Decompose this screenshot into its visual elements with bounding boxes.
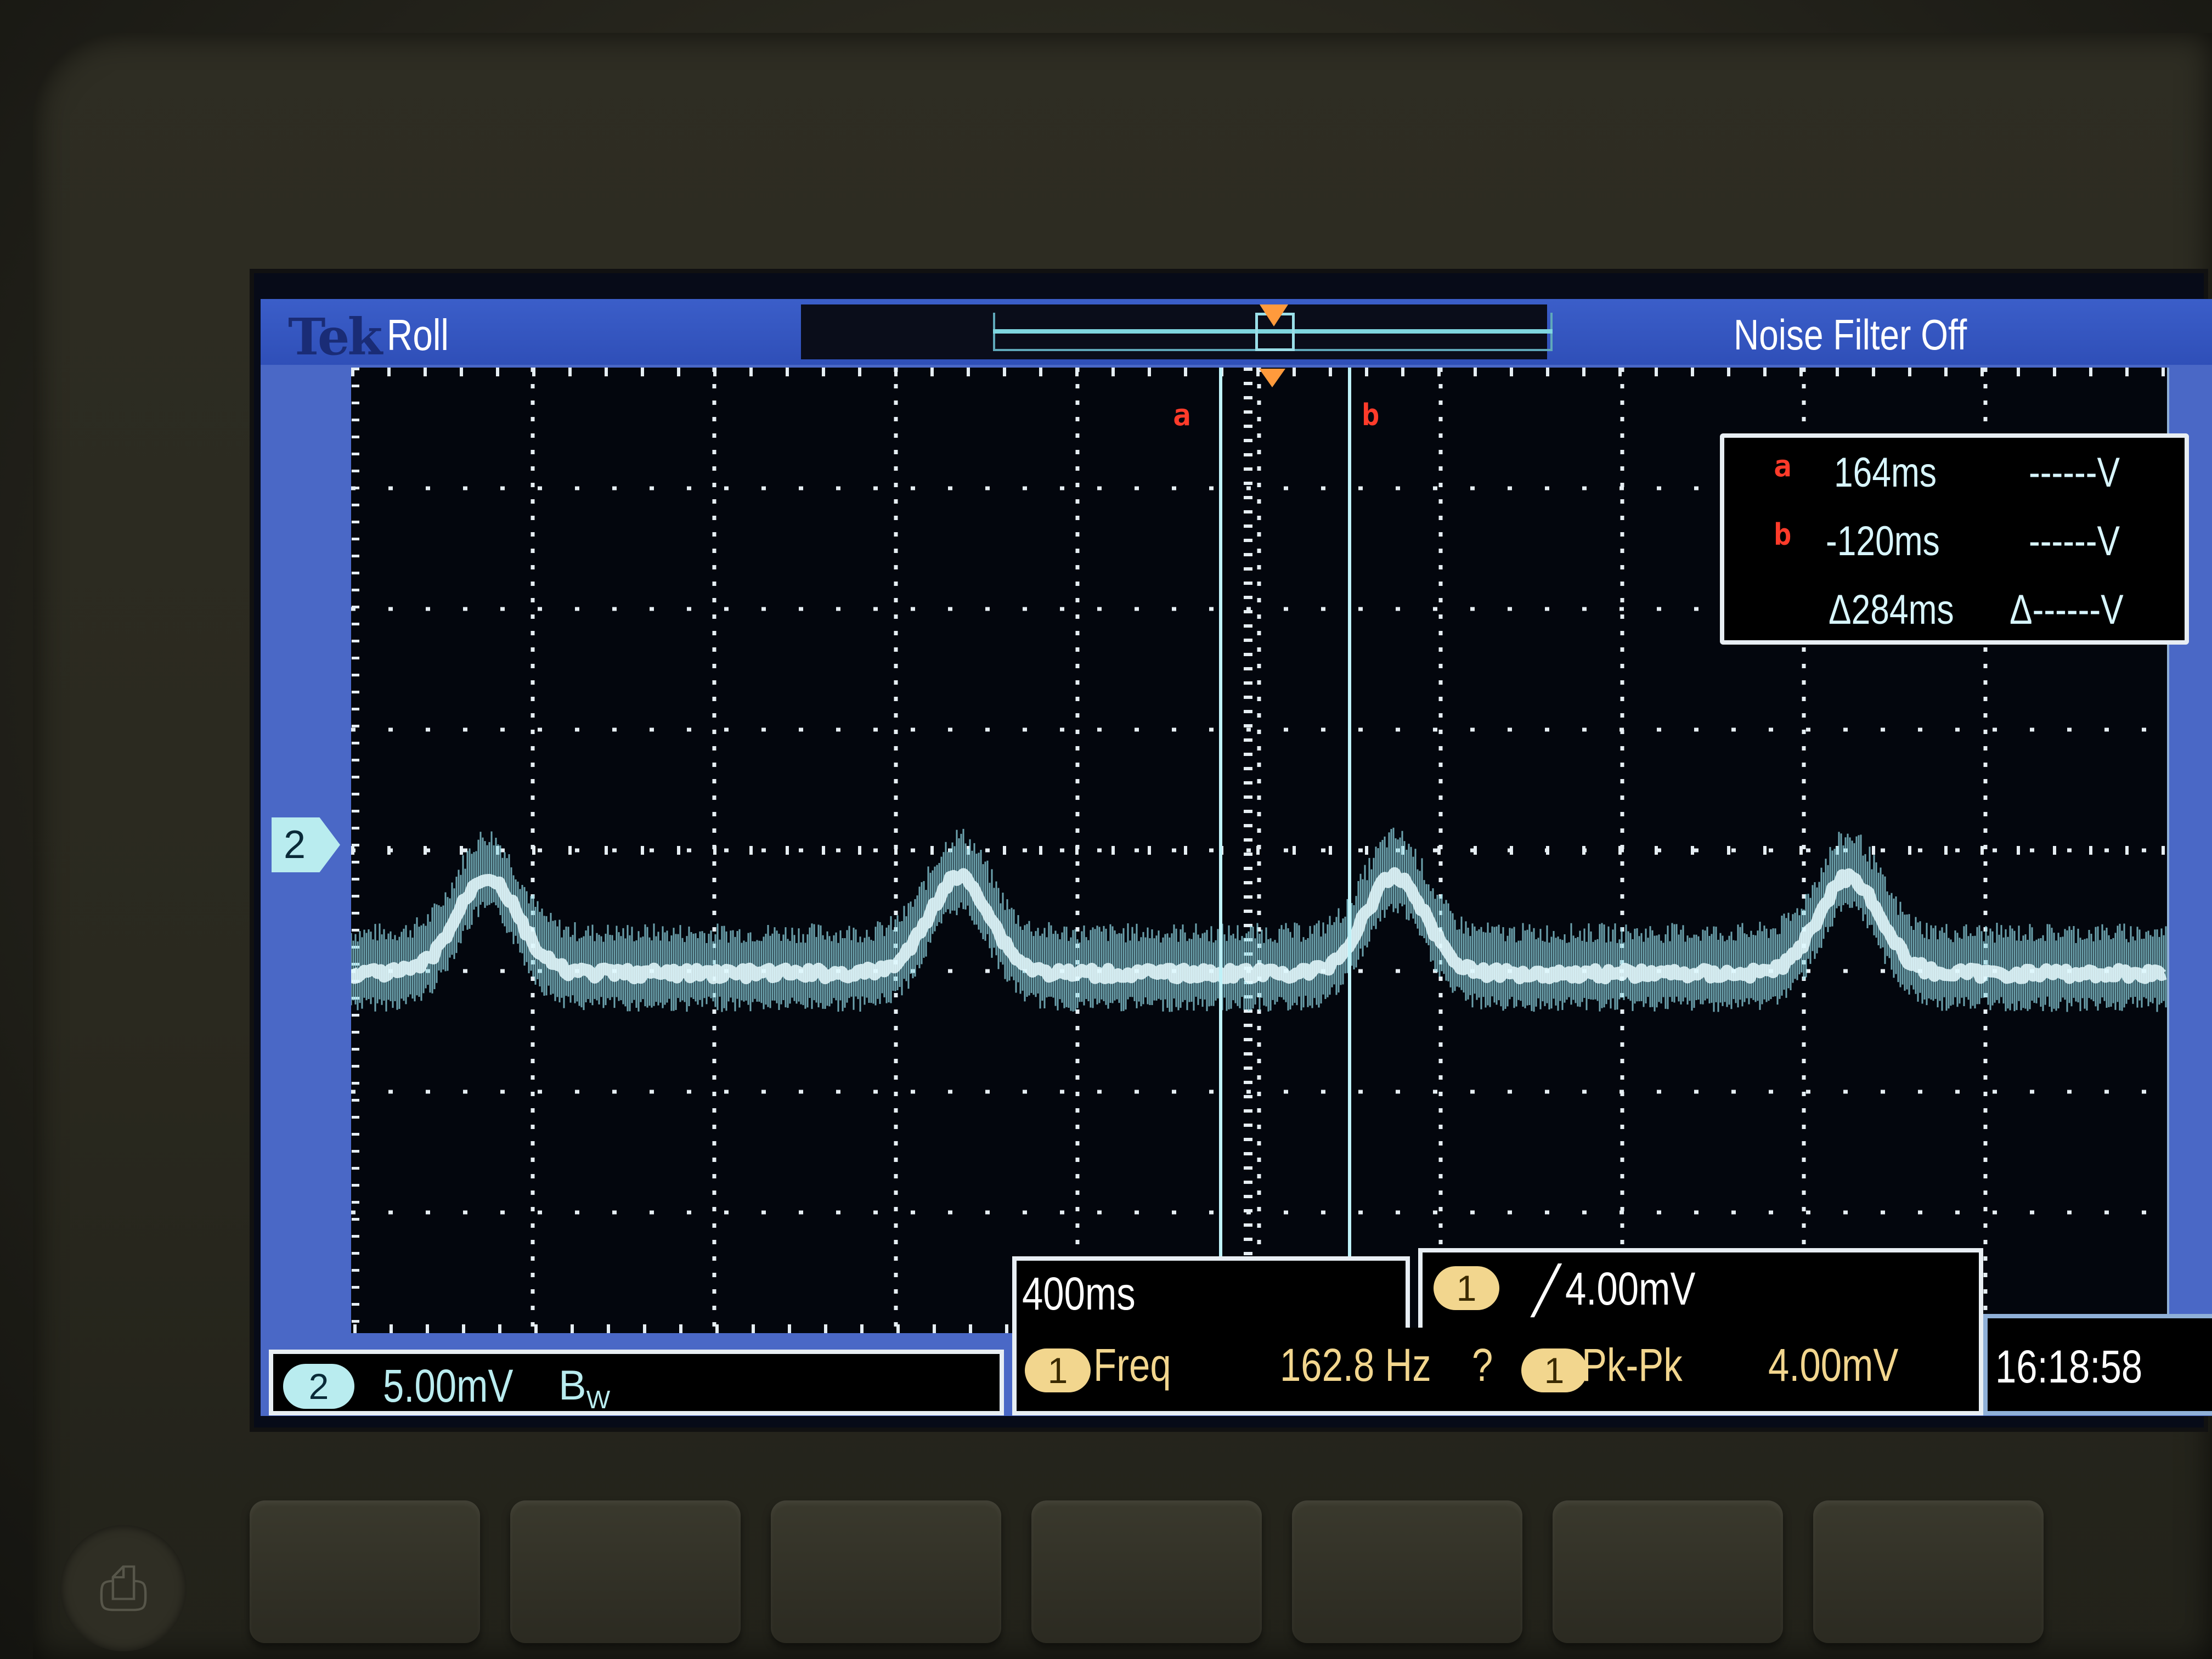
clock-readout: 16:18:58 xyxy=(1983,1314,2212,1415)
pkpk-source-badge: 1 xyxy=(1521,1348,1587,1392)
channel-2-badge: 2 xyxy=(283,1364,354,1409)
bandwidth-limit-indicator: BW xyxy=(558,1362,610,1414)
softkey-5[interactable] xyxy=(1292,1500,1522,1643)
print-icon[interactable]: ⎙ xyxy=(60,1525,187,1651)
timebase-value: 400ms xyxy=(1022,1268,1136,1319)
cursor-b-tag[interactable]: b xyxy=(1362,398,1380,432)
softkey-7[interactable] xyxy=(1813,1500,2044,1643)
cursor-readout: a 164ms ------V b -120ms ------V Δ284ms … xyxy=(1720,433,2189,645)
cursor-b-row: b -120ms ------V xyxy=(1724,517,2185,578)
cursor-delta-row: Δ284ms Δ------V xyxy=(1724,586,2185,646)
trigger-point-icon xyxy=(1259,369,1285,387)
softkey-2[interactable] xyxy=(510,1500,741,1643)
noise-filter-status: Noise Filter Off xyxy=(1734,311,1967,359)
rising-edge-icon: ╱ xyxy=(1532,1265,1560,1316)
softkey-6[interactable] xyxy=(1553,1500,1783,1643)
bw-subscript: W xyxy=(586,1385,611,1414)
measurement-bar: 1 Freq 162.8 Hz ? 1 Pk-Pk 4.00mV xyxy=(1012,1328,1983,1415)
trigger-position-icon xyxy=(1260,304,1288,326)
softkey-3[interactable] xyxy=(771,1500,1001,1643)
cursor-a-tag[interactable]: a xyxy=(1173,398,1191,432)
clock-time: 16:18:58 xyxy=(1995,1341,2143,1392)
cursor-b-time: -120ms xyxy=(1826,518,1940,565)
freq-value: 162.8 Hz xyxy=(1280,1339,1431,1391)
timebase-readout[interactable]: 400ms xyxy=(1012,1256,1410,1328)
pkpk-value: 4.00mV xyxy=(1768,1339,1899,1391)
trigger-level: 4.00mV xyxy=(1565,1263,1696,1314)
freq-label: Freq xyxy=(1093,1339,1171,1391)
cursor-a-volt: ------V xyxy=(2029,449,2120,496)
cursor-a-label: a xyxy=(1774,449,1792,483)
cursor-a-row: a 164ms ------V xyxy=(1724,449,2185,509)
channel-2-readout[interactable]: 2 5.00mV BW xyxy=(269,1350,1004,1415)
tek-logo: Tek xyxy=(288,307,382,366)
cursor-a-time: 164ms xyxy=(1834,449,1937,496)
trigger-source-badge: 1 xyxy=(1434,1266,1499,1310)
acquisition-mode: Roll xyxy=(387,311,449,359)
freq-flag: ? xyxy=(1472,1339,1493,1391)
bw-letter: B xyxy=(558,1362,586,1409)
cursor-delta-time: Δ284ms xyxy=(1829,586,1954,633)
cursor-b-label: b xyxy=(1774,517,1792,552)
channel-2-scale: 5.00mV xyxy=(383,1360,514,1412)
waveform-noise xyxy=(351,827,2167,1012)
freq-source-badge: 1 xyxy=(1025,1348,1091,1392)
softkey-1[interactable] xyxy=(250,1500,480,1643)
softkey-4[interactable] xyxy=(1031,1500,1262,1643)
pkpk-label: Pk-Pk xyxy=(1582,1339,1683,1391)
cursor-b-volt: ------V xyxy=(2029,518,2120,565)
trigger-readout[interactable]: 1 ╱ 4.00mV xyxy=(1418,1248,1983,1328)
brand-strip xyxy=(329,74,2194,134)
cursor-delta-volt: Δ------V xyxy=(2010,586,2124,633)
